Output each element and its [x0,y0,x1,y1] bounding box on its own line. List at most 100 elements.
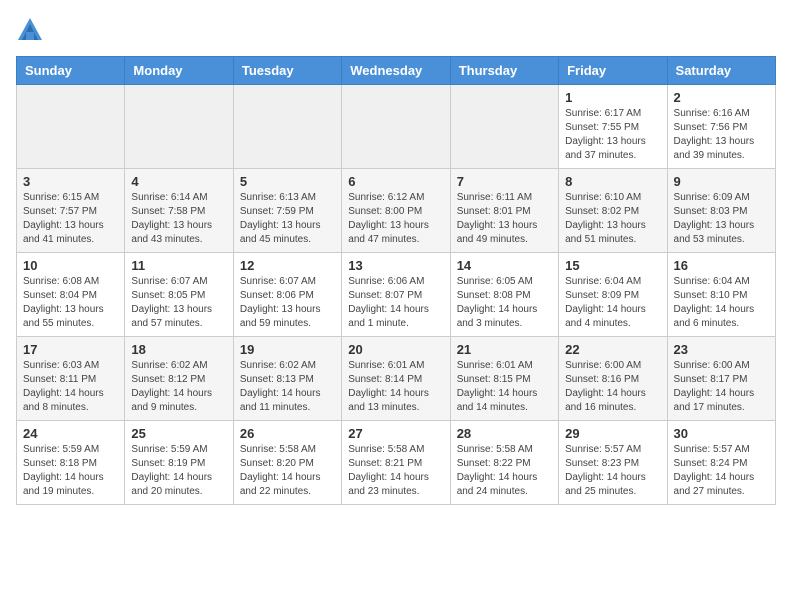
day-cell: 11 Sunrise: 6:07 AM Sunset: 8:05 PM Dayli… [125,253,233,337]
day-info: Sunrise: 6:00 AM Sunset: 8:17 PM Dayligh… [674,359,769,415]
day-number: 15 [565,258,660,273]
day-info: Sunrise: 5:58 AM Sunset: 8:22 PM Dayligh… [457,443,552,499]
day-cell: 16 Sunrise: 6:04 AM Sunset: 8:10 PM Dayli… [667,253,775,337]
day-cell: 26 Sunrise: 5:58 AM Sunset: 8:20 PM Dayli… [233,421,341,505]
day-cell: 3 Sunrise: 6:15 AM Sunset: 7:57 PM Daylig… [17,169,125,253]
day-info: Sunrise: 5:57 AM Sunset: 8:23 PM Dayligh… [565,443,660,499]
weekday-header-monday: Monday [125,57,233,85]
day-cell: 12 Sunrise: 6:07 AM Sunset: 8:06 PM Dayli… [233,253,341,337]
day-info: Sunrise: 5:59 AM Sunset: 8:19 PM Dayligh… [131,443,226,499]
day-info: Sunrise: 6:10 AM Sunset: 8:02 PM Dayligh… [565,191,660,247]
day-info: Sunrise: 6:15 AM Sunset: 7:57 PM Dayligh… [23,191,118,247]
weekday-header-friday: Friday [559,57,667,85]
day-info: Sunrise: 6:07 AM Sunset: 8:05 PM Dayligh… [131,275,226,331]
day-cell: 19Sunrise: 6:02 AM Sunset: 8:13 PM Dayli… [233,337,341,421]
day-number: 9 [674,174,769,189]
day-number: 25 [131,426,226,441]
day-cell [233,85,341,169]
day-number: 26 [240,426,335,441]
day-number: 13 [348,258,443,273]
day-info: Sunrise: 6:09 AM Sunset: 8:03 PM Dayligh… [674,191,769,247]
weekday-header-wednesday: Wednesday [342,57,450,85]
day-number: 18 [131,342,226,357]
day-number: 21 [457,342,552,357]
day-cell: 24 Sunrise: 5:59 AM Sunset: 8:18 PM Dayli… [17,421,125,505]
day-cell [342,85,450,169]
day-cell: 4 Sunrise: 6:14 AM Sunset: 7:58 PM Daylig… [125,169,233,253]
calendar: SundayMondayTuesdayWednesdayThursdayFrid… [16,56,776,505]
day-number: 19 [240,342,335,357]
day-number: 27 [348,426,443,441]
day-cell: 28 Sunrise: 5:58 AM Sunset: 8:22 PM Dayli… [450,421,558,505]
day-cell: 5Sunrise: 6:13 AM Sunset: 7:59 PM Daylig… [233,169,341,253]
day-number: 7 [457,174,552,189]
day-number: 30 [674,426,769,441]
day-cell: 23Sunrise: 6:00 AM Sunset: 8:17 PM Dayli… [667,337,775,421]
weekday-header-sunday: Sunday [17,57,125,85]
day-info: Sunrise: 6:02 AM Sunset: 8:12 PM Dayligh… [131,359,226,415]
day-cell: 8 Sunrise: 6:10 AM Sunset: 8:02 PM Daylig… [559,169,667,253]
day-cell: 17 Sunrise: 6:03 AM Sunset: 8:11 PM Dayli… [17,337,125,421]
day-cell: 7 Sunrise: 6:11 AM Sunset: 8:01 PM Daylig… [450,169,558,253]
day-info: Sunrise: 5:57 AM Sunset: 8:24 PM Dayligh… [674,443,769,499]
page-header [16,16,776,44]
week-row-3: 10Sunrise: 6:08 AM Sunset: 8:04 PM Dayli… [17,253,776,337]
day-info: Sunrise: 6:03 AM Sunset: 8:11 PM Dayligh… [23,359,118,415]
day-number: 8 [565,174,660,189]
day-info: Sunrise: 6:04 AM Sunset: 8:10 PM Dayligh… [674,275,769,331]
day-cell: 10Sunrise: 6:08 AM Sunset: 8:04 PM Dayli… [17,253,125,337]
day-info: Sunrise: 6:00 AM Sunset: 8:16 PM Dayligh… [565,359,660,415]
day-number: 28 [457,426,552,441]
day-cell: 22 Sunrise: 6:00 AM Sunset: 8:16 PM Dayli… [559,337,667,421]
day-number: 24 [23,426,118,441]
day-number: 29 [565,426,660,441]
day-cell: 25 Sunrise: 5:59 AM Sunset: 8:19 PM Dayli… [125,421,233,505]
day-number: 22 [565,342,660,357]
weekday-header-saturday: Saturday [667,57,775,85]
weekday-header-thursday: Thursday [450,57,558,85]
day-cell: 13Sunrise: 6:06 AM Sunset: 8:07 PM Dayli… [342,253,450,337]
day-cell: 18 Sunrise: 6:02 AM Sunset: 8:12 PM Dayli… [125,337,233,421]
day-cell: 6Sunrise: 6:12 AM Sunset: 8:00 PM Daylig… [342,169,450,253]
day-number: 20 [348,342,443,357]
day-cell: 20Sunrise: 6:01 AM Sunset: 8:14 PM Dayli… [342,337,450,421]
day-cell: 14 Sunrise: 6:05 AM Sunset: 8:08 PM Dayli… [450,253,558,337]
day-cell: 2 Sunrise: 6:16 AM Sunset: 7:56 PM Daylig… [667,85,775,169]
day-cell [125,85,233,169]
day-info: Sunrise: 5:58 AM Sunset: 8:21 PM Dayligh… [348,443,443,499]
day-cell: 29 Sunrise: 5:57 AM Sunset: 8:23 PM Dayli… [559,421,667,505]
day-info: Sunrise: 6:17 AM Sunset: 7:55 PM Dayligh… [565,107,660,163]
week-row-1: 1 Sunrise: 6:17 AM Sunset: 7:55 PM Daylig… [17,85,776,169]
day-info: Sunrise: 6:11 AM Sunset: 8:01 PM Dayligh… [457,191,552,247]
day-cell: 1 Sunrise: 6:17 AM Sunset: 7:55 PM Daylig… [559,85,667,169]
day-info: Sunrise: 6:01 AM Sunset: 8:15 PM Dayligh… [457,359,552,415]
day-info: Sunrise: 6:14 AM Sunset: 7:58 PM Dayligh… [131,191,226,247]
day-info: Sunrise: 6:04 AM Sunset: 8:09 PM Dayligh… [565,275,660,331]
day-number: 17 [23,342,118,357]
day-number: 6 [348,174,443,189]
weekday-header-tuesday: Tuesday [233,57,341,85]
day-number: 10 [23,258,118,273]
day-number: 2 [674,90,769,105]
day-number: 4 [131,174,226,189]
day-number: 11 [131,258,226,273]
day-cell: 30 Sunrise: 5:57 AM Sunset: 8:24 PM Dayli… [667,421,775,505]
day-info: Sunrise: 6:16 AM Sunset: 7:56 PM Dayligh… [674,107,769,163]
week-row-5: 24 Sunrise: 5:59 AM Sunset: 8:18 PM Dayli… [17,421,776,505]
logo [16,16,46,44]
day-number: 14 [457,258,552,273]
day-info: Sunrise: 5:59 AM Sunset: 8:18 PM Dayligh… [23,443,118,499]
day-cell: 21 Sunrise: 6:01 AM Sunset: 8:15 PM Dayli… [450,337,558,421]
day-number: 3 [23,174,118,189]
day-info: Sunrise: 6:07 AM Sunset: 8:06 PM Dayligh… [240,275,335,331]
day-number: 12 [240,258,335,273]
day-info: Sunrise: 6:13 AM Sunset: 7:59 PM Dayligh… [240,191,335,247]
day-info: Sunrise: 5:58 AM Sunset: 8:20 PM Dayligh… [240,443,335,499]
day-cell [17,85,125,169]
day-cell: 9 Sunrise: 6:09 AM Sunset: 8:03 PM Daylig… [667,169,775,253]
week-row-2: 3 Sunrise: 6:15 AM Sunset: 7:57 PM Daylig… [17,169,776,253]
weekday-header-row: SundayMondayTuesdayWednesdayThursdayFrid… [17,57,776,85]
day-number: 16 [674,258,769,273]
day-info: Sunrise: 6:05 AM Sunset: 8:08 PM Dayligh… [457,275,552,331]
day-number: 1 [565,90,660,105]
